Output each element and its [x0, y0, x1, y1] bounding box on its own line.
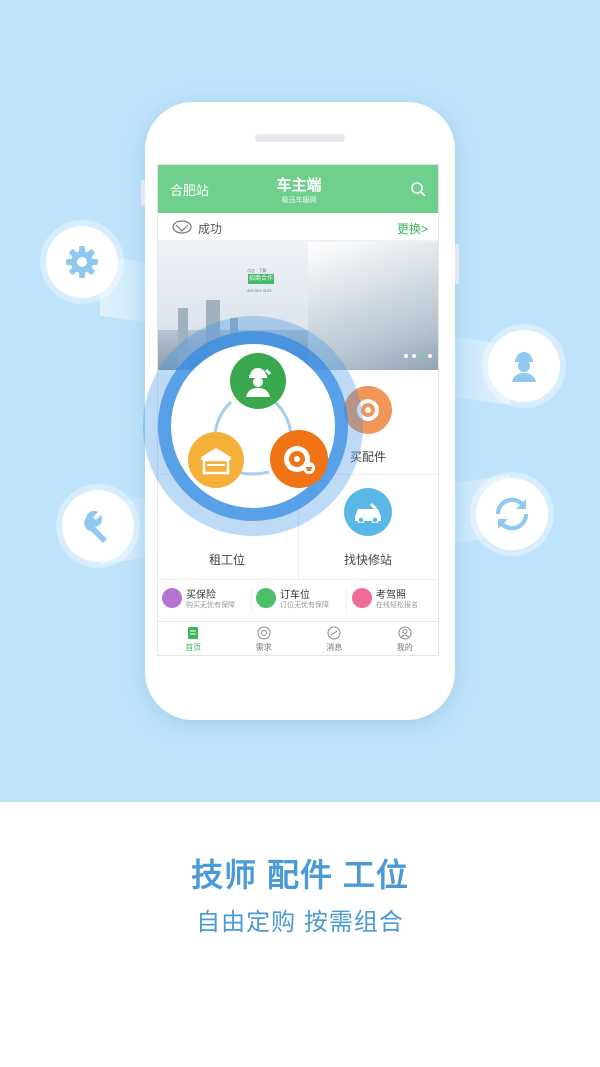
change-brand-link[interactable]: 更换>: [397, 220, 428, 237]
tab-label: 我的: [396, 643, 413, 652]
service-subtitle: 购买无忧有保障: [186, 602, 235, 609]
phone-side-button: [455, 244, 459, 284]
service-title: 考驾照: [376, 590, 406, 601]
tab-profile[interactable]: 我的: [370, 622, 439, 655]
divider: [346, 588, 347, 614]
tab-label: 需求: [255, 643, 272, 652]
demand-icon: [257, 626, 271, 640]
banner-pager: [404, 354, 432, 358]
refresh-icon: [476, 478, 548, 550]
driving-license-icon: [352, 588, 372, 608]
pager-dot[interactable]: [420, 354, 424, 358]
tagline-title: 技师 配件 工位: [191, 857, 409, 893]
worker-icon: [488, 330, 560, 402]
car-brand-name: 成功: [198, 222, 223, 236]
service-title: 订车位: [280, 590, 310, 601]
tagline-subtitle: 自由定购 按需组合: [196, 909, 404, 936]
car-brand-logo-icon: [172, 220, 192, 234]
mechanic-icon[interactable]: [230, 353, 286, 409]
tab-messages[interactable]: 消息: [299, 622, 370, 655]
grid-item-label: 租工位: [209, 553, 246, 567]
service-subtitle: 在线轻松报名: [376, 602, 418, 609]
service-title: 买保险: [186, 590, 216, 601]
tab-label: 消息: [326, 643, 343, 652]
pager-dot[interactable]: [404, 354, 408, 358]
banner-phone: 400 801 0123: [247, 288, 272, 293]
app-subtitle: 极迅车服网: [281, 197, 317, 204]
car-brand-row: 成功 更换>: [158, 213, 438, 241]
grid-item-label: 找快修站: [344, 553, 393, 567]
service-row: 买保险 购买无忧有保障 订车位 订位无忧有保障 考驾照 在线轻松报名: [158, 579, 438, 621]
phone-side-button: [141, 180, 145, 206]
pager-dot[interactable]: [412, 354, 416, 358]
banner-badge: 招商合作: [248, 274, 274, 284]
home-doc-icon: [188, 627, 199, 639]
tab-home[interactable]: 首页: [158, 622, 229, 655]
wrench-icon: [62, 490, 134, 562]
wheel-icon[interactable]: [270, 430, 328, 488]
parking-icon: [256, 588, 276, 608]
insurance-icon: [162, 588, 182, 608]
profile-icon: [398, 626, 412, 640]
pager-dot[interactable]: [428, 354, 432, 358]
tab-demand[interactable]: 需求: [229, 622, 300, 655]
garage-icon[interactable]: [188, 432, 244, 488]
bottom-tab-bar: 首页 需求 消息 我的: [158, 621, 439, 655]
divider: [251, 588, 252, 614]
message-icon: [327, 626, 341, 640]
service-subtitle: 订位无忧有保障: [280, 602, 329, 609]
phone-speaker: [255, 134, 345, 142]
app-title: 车主端: [276, 177, 322, 194]
search-icon[interactable]: [410, 181, 426, 197]
tab-label: 首页: [185, 643, 202, 652]
app-header: 合肥站 车主端 极迅车服网: [158, 165, 438, 213]
repair-car-icon: [344, 488, 392, 536]
gear-icon: [46, 226, 118, 298]
